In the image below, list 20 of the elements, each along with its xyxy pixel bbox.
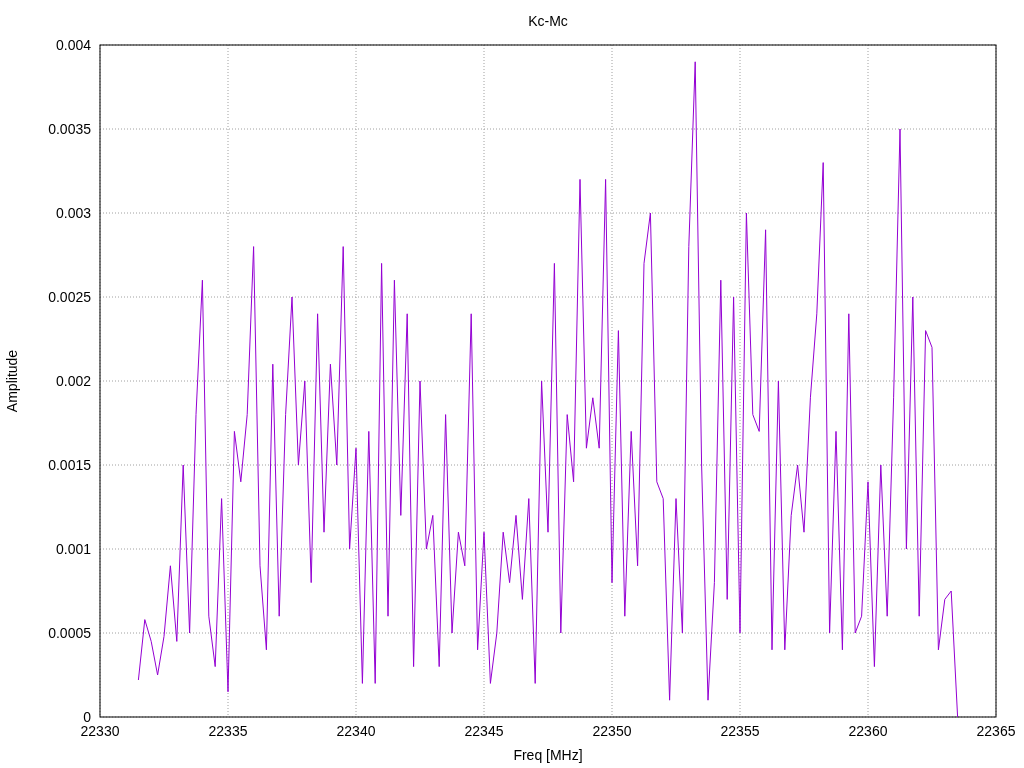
y-tick-label: 0.0015 xyxy=(48,457,91,473)
y-tick-label: 0.0035 xyxy=(48,121,91,137)
x-tick-label: 22335 xyxy=(208,723,248,739)
x-tick-label: 22355 xyxy=(720,723,760,739)
y-tick-label: 0.003 xyxy=(55,205,91,221)
y-tick-label: 0.0025 xyxy=(48,289,91,305)
y-axis-label: Amplitude xyxy=(4,349,20,413)
x-tick-label: 22340 xyxy=(336,723,376,739)
y-tick-label: 0.001 xyxy=(55,541,91,557)
x-axis-label: Freq [MHz] xyxy=(513,747,583,763)
x-tick-label: 22365 xyxy=(976,723,1016,739)
chart-title: Kc-Mc xyxy=(528,13,568,29)
y-tick-label: 0 xyxy=(83,709,91,725)
x-tick-label: 22360 xyxy=(848,723,888,739)
x-tick-label: 22345 xyxy=(464,723,504,739)
x-tick-label: 22330 xyxy=(80,723,120,739)
x-tick-label: 22350 xyxy=(592,723,632,739)
y-tick-label: 0.0005 xyxy=(48,625,91,641)
y-tick-label: 0.004 xyxy=(55,37,91,53)
y-tick-label: 0.002 xyxy=(55,373,91,389)
